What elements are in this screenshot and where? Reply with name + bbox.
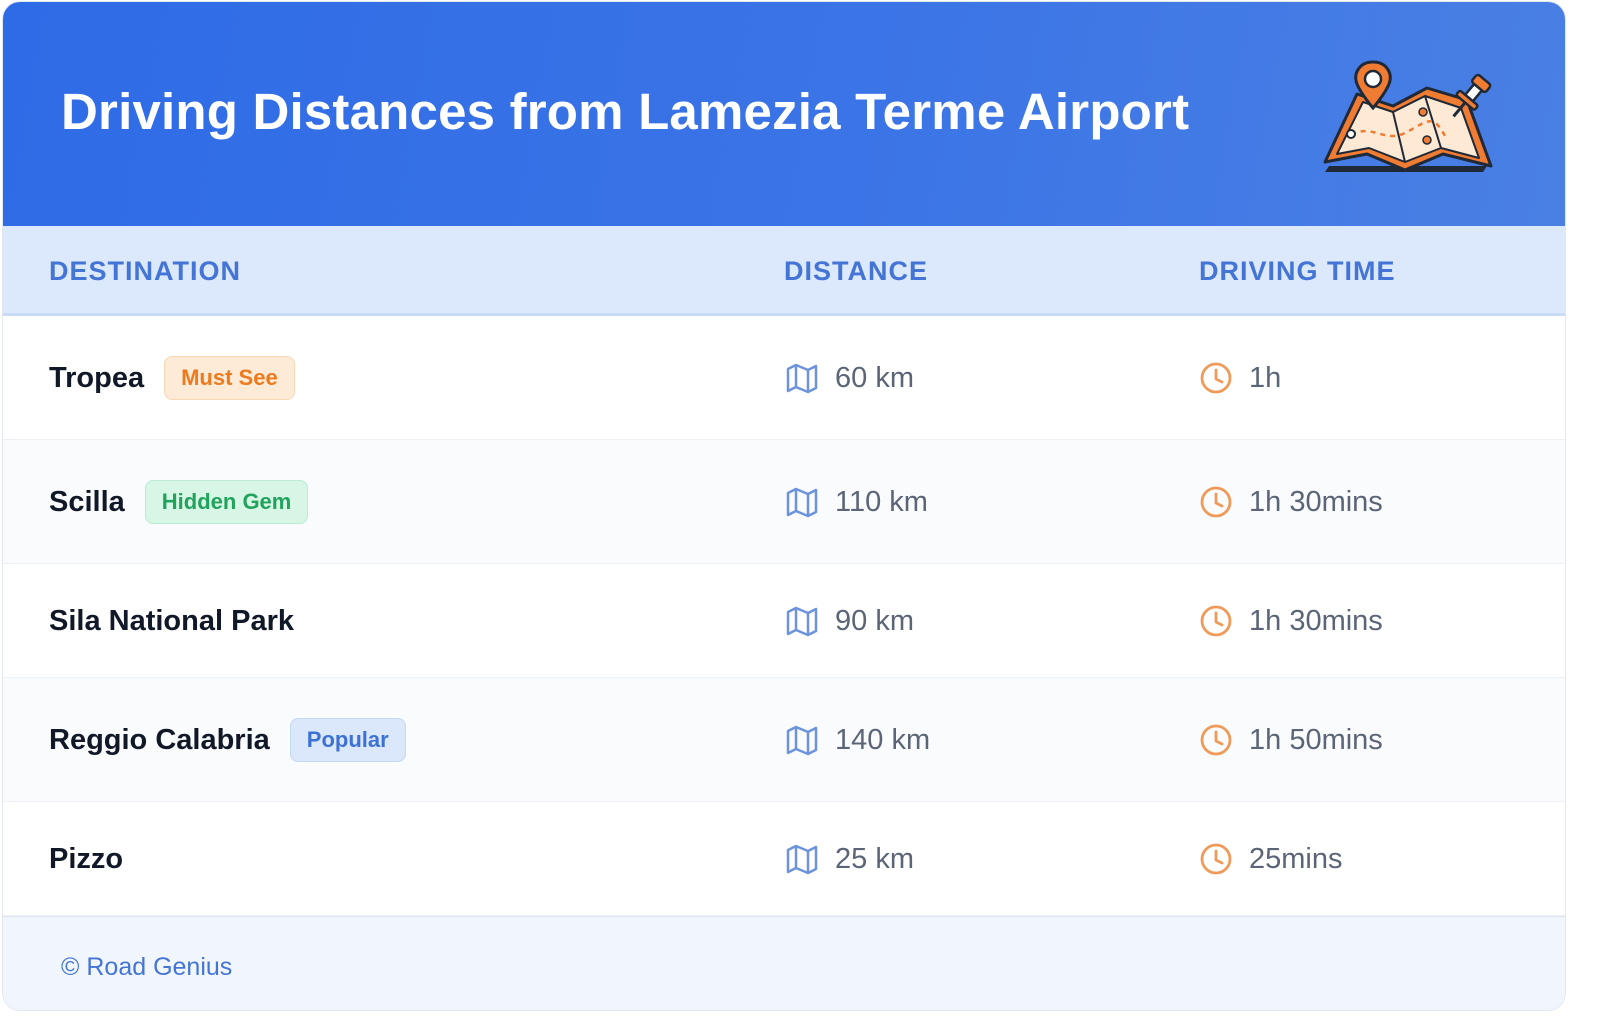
distance-value: 110 km	[835, 485, 928, 518]
destination-cell: Tropea Must See	[49, 356, 295, 400]
driving-time-cell: 1h 30mins	[1199, 482, 1383, 522]
destination-name: Scilla	[49, 485, 125, 518]
footer-credit: © Road Genius	[61, 953, 233, 981]
driving-time-cell: 1h 30mins	[1199, 601, 1383, 641]
clock-icon	[1199, 604, 1233, 638]
destination-name: Pizzo	[49, 842, 124, 875]
clock-icon	[1199, 723, 1233, 757]
clock-icon	[1199, 842, 1233, 876]
destination-badge: Hidden Gem	[144, 480, 309, 524]
column-header-driving-time: DRIVING TIME	[1199, 256, 1396, 286]
page-title: Driving Distances from Lamezia Terme Air…	[61, 83, 1190, 140]
destination-name: Tropea	[49, 361, 145, 394]
table-row: Sila National Park 90 km 1h 30mins	[3, 564, 1565, 678]
distance-cell: 60 km	[785, 358, 914, 398]
table-row: Scilla Hidden Gem 110 km 1h 30mins	[3, 440, 1565, 564]
column-header-destination: DESTINATION	[49, 256, 241, 286]
distance-value: 25 km	[835, 842, 914, 875]
destination-cell: Reggio Calabria Popular	[49, 718, 406, 762]
driving-time-value: 1h 50mins	[1249, 723, 1383, 756]
distance-cell: 140 km	[785, 720, 930, 760]
header-banner: Driving Distances from Lamezia Terme Air…	[3, 2, 1565, 226]
driving-time-cell: 25mins	[1199, 839, 1343, 879]
driving-time-cell: 1h	[1199, 358, 1281, 398]
destination-name: Sila National Park	[49, 604, 294, 637]
table-row: Reggio Calabria Popular 140 km 1h 50mins	[3, 678, 1565, 802]
driving-time-value: 25mins	[1249, 842, 1343, 875]
driving-time-value: 1h 30mins	[1249, 485, 1383, 518]
distance-cell: 90 km	[785, 601, 914, 641]
map-icon	[785, 485, 819, 519]
destination-badge: Popular	[289, 718, 406, 762]
distance-value: 60 km	[835, 361, 914, 394]
map-icon	[785, 604, 819, 638]
table-header: DESTINATION DISTANCE DRIVING TIME	[3, 226, 1565, 316]
driving-time-value: 1h 30mins	[1249, 604, 1383, 637]
clock-icon	[1199, 485, 1233, 519]
clock-icon	[1199, 361, 1233, 395]
distance-cell: 25 km	[785, 839, 914, 879]
distance-card: Driving Distances from Lamezia Terme Air…	[2, 1, 1566, 1011]
destination-cell: Pizzo	[49, 837, 123, 881]
table-row: Pizzo 25 km 25mins	[3, 802, 1565, 916]
distance-value: 140 km	[835, 723, 931, 756]
destination-cell: Sila National Park	[49, 599, 294, 643]
destination-name: Reggio Calabria	[49, 723, 270, 756]
driving-time-value: 1h	[1249, 361, 1282, 394]
map-with-pins-icon	[1323, 60, 1493, 172]
table-row: Tropea Must See 60 km 1h	[3, 316, 1565, 440]
destination-cell: Scilla Hidden Gem	[49, 480, 309, 524]
map-icon	[785, 842, 819, 876]
map-icon	[785, 361, 819, 395]
destination-badge: Must See	[164, 356, 295, 400]
driving-time-cell: 1h 50mins	[1199, 720, 1383, 760]
footer: © Road Genius	[3, 916, 1565, 1010]
distance-value: 90 km	[835, 604, 914, 637]
map-icon	[785, 723, 819, 757]
distance-cell: 110 km	[785, 482, 928, 522]
column-header-distance: DISTANCE	[784, 256, 929, 286]
